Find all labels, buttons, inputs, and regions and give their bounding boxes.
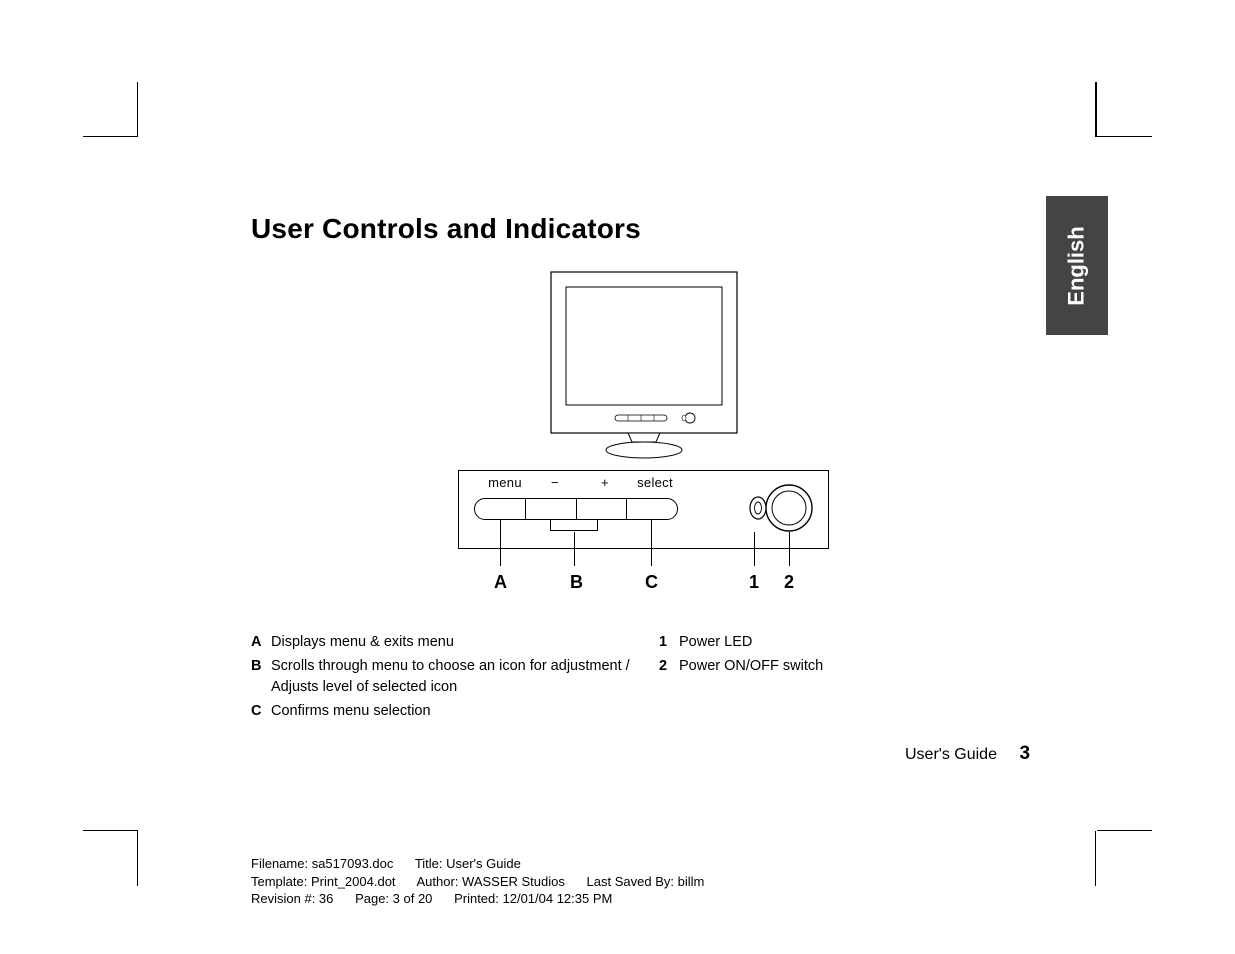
- legend-key: 2: [659, 656, 679, 676]
- legend-desc: Displays menu & exits menu: [271, 632, 454, 652]
- monitor-diagram: [458, 270, 829, 600]
- legend-item: 1 Power LED: [659, 632, 919, 652]
- docmeta-template: Template: Print_2004.dot: [251, 874, 396, 889]
- legend-key: B: [251, 656, 271, 697]
- callout-1: 1: [749, 572, 759, 593]
- menu-button: [475, 499, 526, 519]
- docmeta-title: Title: User's Guide: [415, 856, 521, 871]
- legend-key: C: [251, 701, 271, 721]
- docmeta-revision: Revision #: 36: [251, 891, 333, 906]
- callout-line-c: [651, 520, 652, 566]
- callout-line-a: [500, 520, 501, 566]
- language-label: English: [1064, 226, 1090, 305]
- panel-button-labels: menu − + select: [480, 475, 680, 490]
- legend-item: 2 Power ON/OFF switch: [659, 656, 919, 676]
- footer-page-number: 3: [1019, 743, 1030, 764]
- monitor-icon: [458, 270, 829, 460]
- docmeta-line: Revision #: 36 Page: 3 of 20 Printed: 12…: [251, 890, 704, 908]
- crop-mark: [1097, 830, 1152, 831]
- crop-mark: [1095, 831, 1096, 886]
- legend-item: A Displays menu & exits menu: [251, 632, 631, 652]
- footer-guide: User's Guide: [905, 746, 997, 763]
- docmeta-line: Filename: sa517093.doc Title: User's Gui…: [251, 855, 704, 873]
- page-footer: User's Guide 3: [905, 743, 1030, 765]
- callout-a: A: [494, 572, 507, 593]
- legend-key: 1: [659, 632, 679, 652]
- callout-line-b: [574, 532, 575, 566]
- callout-line-2: [789, 532, 790, 566]
- label-select: select: [630, 475, 680, 490]
- docmeta-filename: Filename: sa517093.doc: [251, 856, 393, 871]
- label-minus: −: [530, 475, 580, 490]
- docmeta-printed: Printed: 12/01/04 12:35 PM: [454, 891, 612, 906]
- legend-desc: Power ON/OFF switch: [679, 656, 823, 676]
- panel-tray: [550, 520, 598, 531]
- legend-desc: Power LED: [679, 632, 752, 652]
- callout-2: 2: [784, 572, 794, 593]
- legend-item: B Scrolls through menu to choose an icon…: [251, 656, 631, 697]
- legend-left-column: A Displays menu & exits menu B Scrolls t…: [251, 632, 631, 725]
- panel-button-group: [474, 498, 678, 520]
- crop-mark: [83, 136, 138, 137]
- crop-mark: [1095, 82, 1096, 137]
- language-tab: English: [1046, 196, 1108, 335]
- plus-button: [577, 499, 628, 519]
- legend-key: A: [251, 632, 271, 652]
- legend-item: C Confirms menu selection: [251, 701, 631, 721]
- legend-desc: Scrolls through menu to choose an icon f…: [271, 656, 631, 697]
- section-heading: User Controls and Indicators: [251, 213, 641, 245]
- label-plus: +: [580, 475, 630, 490]
- minus-button: [526, 499, 577, 519]
- legend-desc: Confirms menu selection: [271, 701, 431, 721]
- legend-right-column: 1 Power LED 2 Power ON/OFF switch: [659, 632, 919, 681]
- docmeta-saved-by: Last Saved By: billm: [587, 874, 705, 889]
- callout-line-1: [754, 532, 755, 566]
- label-menu: menu: [480, 475, 530, 490]
- crop-mark: [83, 830, 138, 831]
- doc-metadata: Filename: sa517093.doc Title: User's Gui…: [251, 855, 704, 908]
- select-button: [627, 499, 677, 519]
- document-page: English User Controls and Indicators men…: [0, 0, 1235, 954]
- crop-mark: [1097, 136, 1152, 137]
- docmeta-page: Page: 3 of 20: [355, 891, 432, 906]
- callout-c: C: [645, 572, 658, 593]
- crop-mark: [137, 831, 138, 886]
- crop-mark: [1096, 82, 1097, 137]
- power-assembly: [749, 482, 814, 535]
- callout-b: B: [570, 572, 583, 593]
- docmeta-author: Author: WASSER Studios: [417, 874, 565, 889]
- crop-mark: [137, 82, 138, 137]
- docmeta-line: Template: Print_2004.dot Author: WASSER …: [251, 873, 704, 891]
